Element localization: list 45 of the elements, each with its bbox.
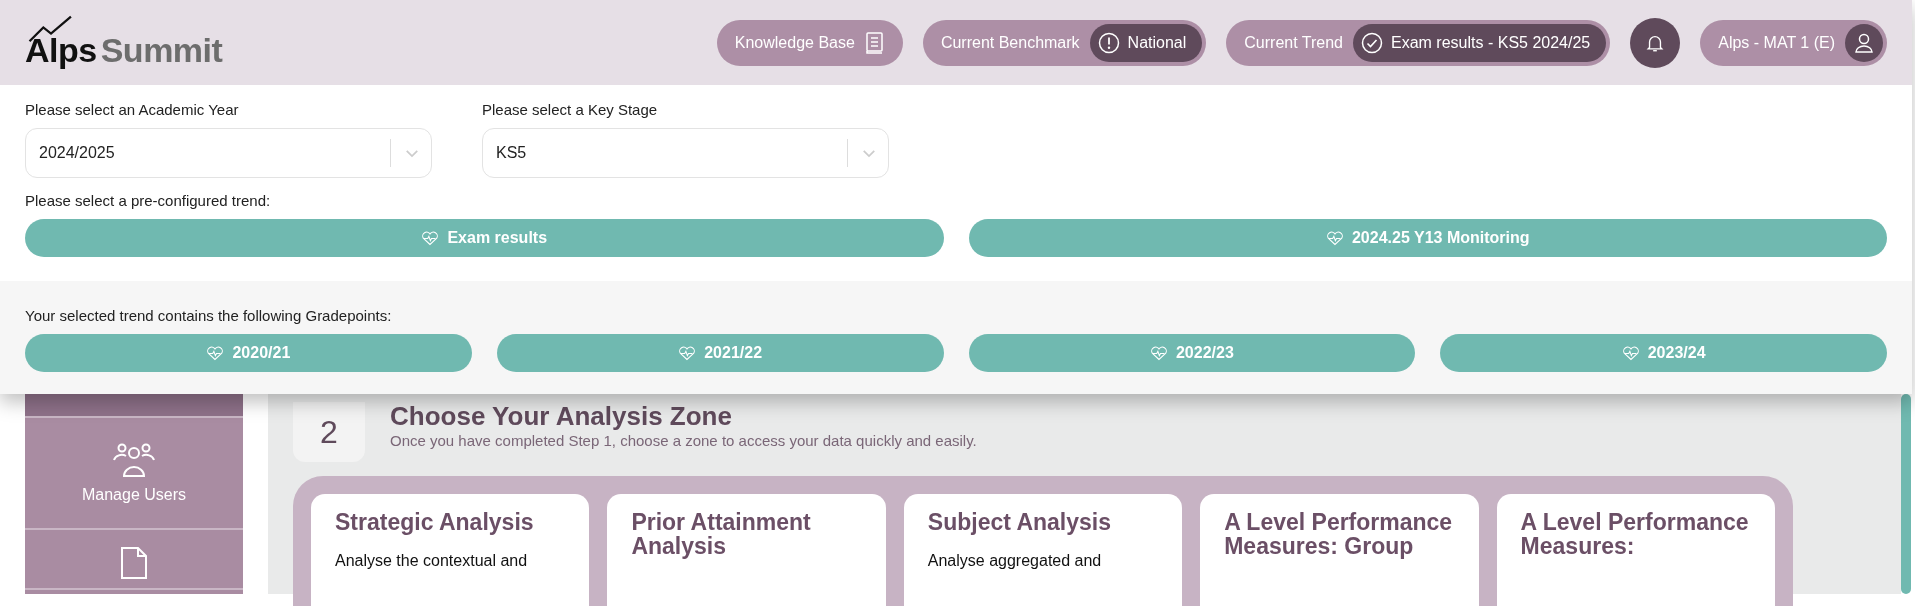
- step-title: Choose Your Analysis Zone: [390, 402, 733, 430]
- logo-text: AlpsSummit: [25, 31, 223, 70]
- sidebar-item[interactable]: [25, 394, 243, 418]
- zone-title: A Level Performance Measures: Group: [1224, 510, 1454, 558]
- heartbeat-icon: [421, 230, 440, 246]
- benchmark-value[interactable]: National: [1089, 23, 1203, 62]
- benchmark-control[interactable]: Current Benchmark National: [922, 19, 1207, 66]
- field-label: Please select an Academic Year: [25, 101, 240, 118]
- trend-prompt: Please select a pre-configured trend:: [25, 192, 272, 209]
- document-icon: [120, 546, 148, 580]
- sidebar-label: Manage Users: [81, 486, 186, 504]
- chevron-down-icon: [862, 148, 876, 158]
- benchmark-label: Current Benchmark: [940, 33, 1080, 52]
- trend-control[interactable]: Current Trend Exam results - KS5 2024/25: [1226, 19, 1611, 66]
- gradepoints-prompt: Your selected trend contains the following Gradepoints:: [25, 307, 393, 324]
- zone-card[interactable]: Strategic Analysis Analyse the contextual and: [311, 494, 590, 606]
- zone-description: Analyse aggregated and: [927, 552, 1103, 570]
- zone-title: Prior Attainment Analysis: [631, 510, 812, 558]
- zone-card[interactable]: Prior Attainment Analysis: [607, 494, 886, 606]
- heartbeat-icon: [1621, 345, 1640, 361]
- step-number: 2: [293, 402, 365, 462]
- zone-title: A Level Performance Measures:: [1520, 510, 1750, 558]
- trend-value[interactable]: Exam results - KS5 2024/25: [1353, 23, 1607, 62]
- user-icon: [1845, 23, 1883, 62]
- select-field[interactable]: 2024/2025: [25, 128, 432, 178]
- zone-description: Analyse the contextual and: [335, 552, 529, 570]
- trend-label: Current Trend: [1244, 33, 1343, 52]
- chevron-down-icon: [405, 148, 419, 158]
- field-label: Please select a Key Stage: [482, 101, 659, 118]
- select-field[interactable]: KS5: [482, 128, 889, 178]
- heartbeat-icon: [678, 345, 697, 361]
- book-icon: [864, 31, 885, 54]
- scrollbar[interactable]: [1901, 394, 1911, 594]
- heartbeat-icon: [206, 345, 225, 361]
- users-icon: [112, 442, 156, 478]
- zone-card[interactable]: A Level Performance Measures: Group: [1200, 494, 1479, 606]
- zone-card[interactable]: Subject Analysis Analyse aggregated and: [903, 494, 1183, 606]
- alert-icon: [1097, 31, 1120, 54]
- heartbeat-icon: [1325, 230, 1344, 246]
- step-subtitle: Once you have completed Step 1, choose a zone to access your data quickly and easily.: [390, 432, 977, 449]
- zone-title: Subject Analysis: [927, 510, 1112, 534]
- zone-card[interactable]: A Level Performance Measures:: [1496, 494, 1775, 606]
- check-circle-icon: [1361, 31, 1383, 54]
- heartbeat-icon: [1149, 345, 1168, 361]
- zone-title: Strategic Analysis: [335, 510, 535, 534]
